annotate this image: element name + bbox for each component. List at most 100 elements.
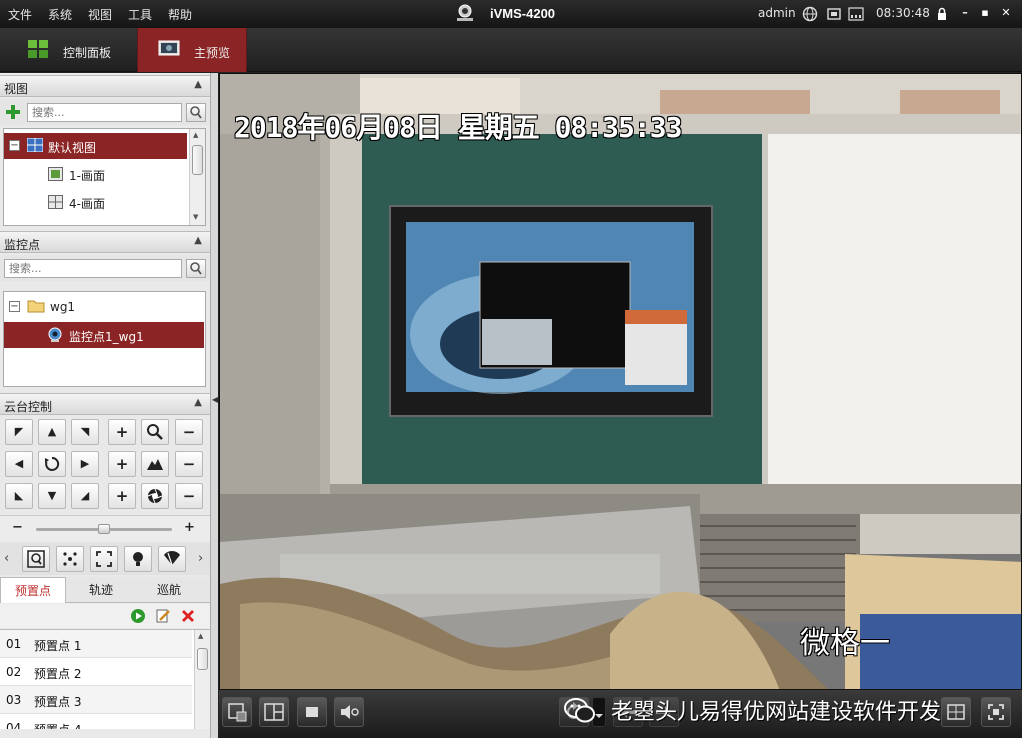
stop-all-button[interactable]: [297, 697, 327, 727]
chevron-right-icon[interactable]: ›: [198, 551, 203, 566]
screen-layout-button[interactable]: [259, 697, 289, 727]
lens-init-button[interactable]: [90, 546, 118, 572]
lock-icon[interactable]: [934, 6, 950, 22]
delete-preset-icon[interactable]: [180, 608, 196, 624]
menu-help[interactable]: 帮助: [168, 6, 192, 23]
focus-near-button[interactable]: +: [108, 451, 136, 477]
views-search-button[interactable]: [186, 103, 206, 122]
zoom-in-button[interactable]: +: [108, 419, 136, 445]
zoom-button[interactable]: [141, 419, 169, 445]
slider-thumb[interactable]: [98, 524, 110, 534]
video-preview-window[interactable]: 2018年06月08日 星期五 08:35:33 微格一: [219, 73, 1022, 690]
focus-button[interactable]: [141, 451, 169, 477]
tab-control-panel[interactable]: 控制面板: [0, 28, 136, 72]
collapse-icon[interactable]: ▲: [194, 235, 202, 246]
tab-presets[interactable]: 预置点: [0, 577, 66, 603]
auto-focus-button[interactable]: [56, 546, 84, 572]
menu-system[interactable]: 系统: [48, 6, 72, 23]
tab-patrols[interactable]: 巡航: [136, 577, 202, 603]
monitor-search-input[interactable]: [4, 259, 182, 278]
ptz-down-left-button[interactable]: ◣: [5, 483, 33, 509]
3d-zoom-button[interactable]: [22, 546, 50, 572]
tree-item-default-view[interactable]: − 默认视图: [4, 133, 187, 159]
ptz-up-left-button[interactable]: ◤: [5, 419, 33, 445]
monitor-section-header[interactable]: 监控点 ▲: [0, 231, 210, 253]
monitor-search-button[interactable]: [186, 259, 206, 278]
close-icon[interactable]: ✕: [997, 5, 1015, 21]
preset-tabs: 预置点 轨迹 巡航: [0, 577, 210, 603]
fullscreen-button[interactable]: [981, 697, 1011, 727]
iris-button[interactable]: [141, 483, 169, 509]
iris-open-button[interactable]: +: [108, 483, 136, 509]
scroll-thumb[interactable]: [197, 648, 208, 670]
collapse-icon[interactable]: ▲: [194, 397, 202, 408]
collapse-icon[interactable]: ▲: [194, 79, 202, 90]
ptz-auto-scan-button[interactable]: [38, 451, 66, 477]
globe-icon[interactable]: [802, 6, 818, 22]
watermark-text: 老曌头儿易得优网站建设软件开发: [611, 700, 942, 725]
tree-item-label: 1-画面: [69, 169, 105, 183]
preset-row[interactable]: 03 预置点 3: [0, 686, 192, 714]
current-user[interactable]: admin: [758, 6, 796, 20]
scroll-down-icon[interactable]: ▼: [193, 213, 198, 221]
preset-row[interactable]: 01 预置点 1: [0, 630, 192, 658]
focus-far-button[interactable]: −: [175, 451, 203, 477]
menu-view[interactable]: 视图: [88, 6, 112, 23]
ptz-up-right-button[interactable]: ◥: [71, 419, 99, 445]
tree-item-1-screen[interactable]: 1-画面: [4, 161, 187, 187]
scroll-thumb[interactable]: [192, 145, 203, 175]
auto-rotate-icon: [45, 456, 60, 471]
ptz-speed-slider-row: − +: [0, 515, 210, 541]
cpu-icon[interactable]: [826, 6, 842, 22]
speed-minus[interactable]: −: [12, 520, 23, 535]
tab-main-preview[interactable]: 主预览: [137, 28, 247, 72]
scroll-up-icon[interactable]: ▲: [193, 131, 198, 139]
chevron-left-icon[interactable]: ‹: [4, 551, 9, 566]
tab-patterns[interactable]: 轨迹: [68, 577, 134, 603]
views-tree-scrollbar[interactable]: ▲ ▼: [189, 129, 205, 225]
tab-label: 控制面板: [63, 46, 112, 60]
wiper-button[interactable]: [158, 546, 186, 572]
edit-preset-icon[interactable]: [155, 608, 171, 624]
left-panel: 视图 ▲ − 默认视图: [0, 73, 210, 738]
section-title: 视图: [4, 82, 29, 96]
ptz-right-button[interactable]: ▶: [71, 451, 99, 477]
fullscreen-icon: [988, 704, 1004, 720]
collapse-left-icon[interactable]: ◀: [212, 395, 218, 404]
preset-row[interactable]: 02 预置点 2: [0, 658, 192, 686]
add-view-icon[interactable]: [5, 104, 21, 120]
play-preset-icon[interactable]: [130, 608, 146, 624]
speed-plus[interactable]: +: [184, 520, 195, 535]
maximize-icon[interactable]: ▪: [976, 5, 994, 21]
ptz-down-right-button[interactable]: ◢: [71, 483, 99, 509]
collapse-tree-icon[interactable]: −: [9, 140, 20, 151]
collapse-tree-icon[interactable]: −: [9, 301, 20, 312]
views-search-input[interactable]: [27, 103, 182, 122]
panel-splitter[interactable]: ◀: [210, 73, 218, 738]
menu-tools[interactable]: 工具: [128, 6, 152, 23]
window-split-button[interactable]: [941, 697, 971, 727]
preset-list-scrollbar[interactable]: ▲: [194, 630, 210, 729]
scroll-up-icon[interactable]: ▲: [198, 632, 203, 640]
zoom-out-button[interactable]: −: [175, 419, 203, 445]
tree-item-label: 监控点1_wg1: [69, 330, 144, 344]
tree-item-4-screen[interactable]: 4-画面: [4, 189, 187, 215]
iris-close-button[interactable]: −: [175, 483, 203, 509]
ptz-section-header[interactable]: 云台控制 ▲: [0, 393, 210, 415]
menu-file[interactable]: 文件: [8, 6, 32, 23]
views-section-header[interactable]: 视图 ▲: [0, 75, 210, 97]
save-view-button[interactable]: [222, 697, 252, 727]
preset-toolbar: [0, 604, 210, 628]
ptz-left-button[interactable]: ◀: [5, 451, 33, 477]
grid-layout-icon: [947, 704, 965, 720]
preset-number: 03: [6, 693, 22, 707]
ram-icon[interactable]: [848, 6, 864, 22]
ptz-down-button[interactable]: ▼: [38, 483, 66, 509]
tree-item-camera-1[interactable]: 监控点1_wg1: [4, 322, 204, 348]
ptz-up-button[interactable]: ▲: [38, 419, 66, 445]
audio-button[interactable]: [334, 697, 364, 727]
tree-item-wg1[interactable]: − wg1: [4, 294, 204, 320]
preset-row[interactable]: 04 预置点 4: [0, 714, 192, 729]
light-button[interactable]: [124, 546, 152, 572]
minimize-icon[interactable]: –: [956, 5, 974, 21]
